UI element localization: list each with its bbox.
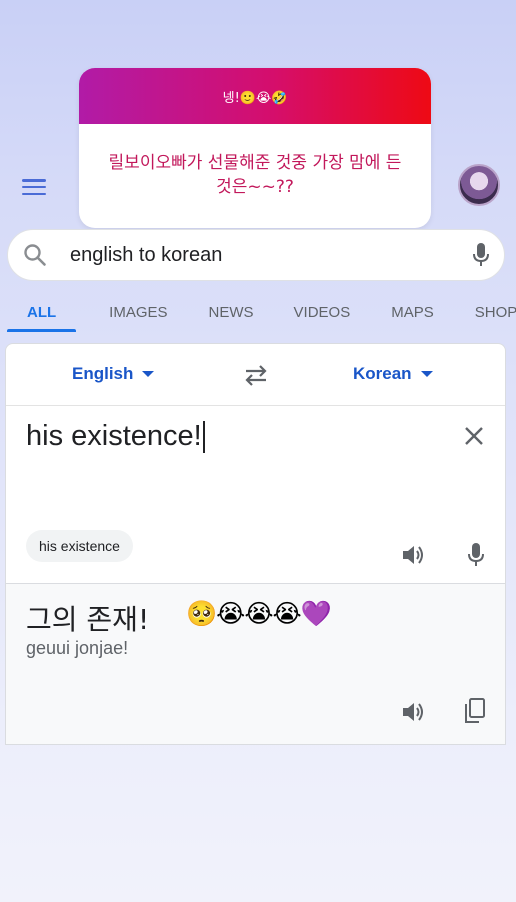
sticker-question: 릴보이오빠가 선물해준 것중 가장 맘에 든것은~~?? [108, 153, 402, 197]
suggestion-chip[interactable]: his existence [26, 530, 133, 562]
mic-icon[interactable] [472, 242, 490, 268]
tab-shopping[interactable]: SHOPPIN [475, 292, 516, 332]
translation-emoji: 🥺😭😭😭💜 [186, 599, 332, 628]
close-icon[interactable] [462, 424, 486, 448]
search-bar[interactable]: english to korean [7, 229, 505, 281]
source-text-input[interactable]: his existence! [26, 420, 205, 453]
tab-news[interactable]: NEWS [209, 292, 254, 332]
search-input[interactable]: english to korean [70, 244, 472, 267]
tab-videos[interactable]: VIDEOS [294, 292, 351, 332]
tab-images[interactable]: IMAGES [109, 292, 167, 332]
chevron-down-icon [142, 371, 155, 377]
translation-output-area: 그의 존재! 🥺😭😭😭💜 geuui jonjae! [6, 584, 505, 744]
tab-all[interactable]: ALL [6, 292, 77, 332]
speaker-icon[interactable] [401, 543, 427, 567]
source-text-area[interactable]: his existence! his existence [6, 406, 505, 584]
question-sticker: 넹!🙂😭🤣 릴보이오빠가 선물해준 것중 가장 맘에 든것은~~?? [79, 68, 431, 228]
sticker-header: 넹!🙂😭🤣 [79, 68, 431, 124]
source-language-label: English [72, 364, 134, 383]
source-language-selector[interactable]: English [72, 364, 155, 384]
target-language-label: Korean [353, 364, 412, 383]
text-cursor [202, 420, 205, 453]
speaker-icon[interactable] [401, 700, 427, 724]
account-avatar[interactable] [458, 164, 500, 206]
search-tabs: ALL IMAGES NEWS VIDEOS MAPS SHOPPIN [0, 292, 516, 332]
romanization-text: geuui jonjae! [26, 638, 129, 658]
mic-icon[interactable] [467, 542, 485, 568]
target-language-selector[interactable]: Korean [353, 364, 433, 384]
tab-maps[interactable]: MAPS [391, 292, 434, 332]
translate-card: English Korean his existence! his existe… [5, 343, 506, 745]
menu-icon[interactable] [20, 175, 48, 199]
language-selector-row: English Korean [6, 344, 505, 406]
translation-text: 그의 존재! [26, 603, 150, 636]
copy-icon[interactable] [464, 698, 486, 724]
chevron-down-icon [420, 371, 433, 377]
swap-languages-icon[interactable] [242, 362, 270, 388]
source-text: his existence! [26, 420, 202, 452]
search-icon[interactable] [22, 242, 48, 268]
